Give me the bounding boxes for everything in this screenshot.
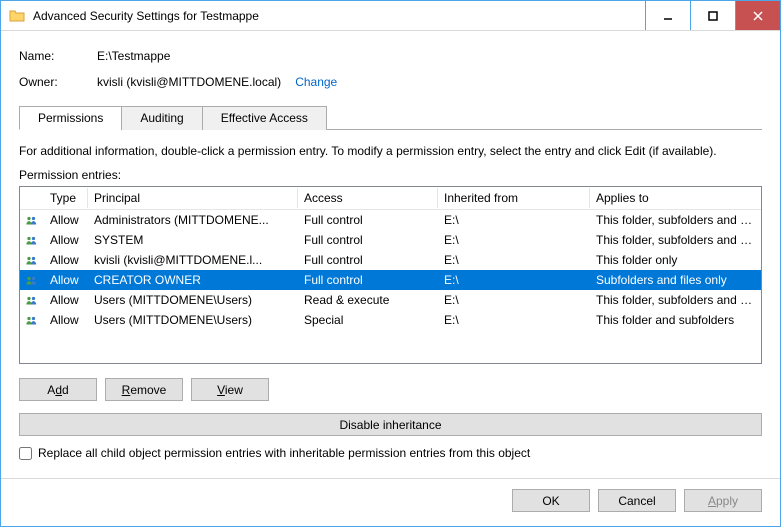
maximize-button[interactable]: [690, 1, 735, 30]
replace-label: Replace all child object permission entr…: [38, 446, 530, 460]
cell-inherited: E:\: [438, 231, 590, 249]
grid-header: Type Principal Access Inherited from App…: [20, 187, 761, 210]
cell-type: Allow: [44, 291, 88, 309]
cell-inherited: E:\: [438, 251, 590, 269]
cell-applies: This folder, subfolders and files: [590, 211, 761, 229]
cell-applies: Subfolders and files only: [590, 271, 761, 289]
cell-inherited: E:\: [438, 291, 590, 309]
cell-applies: This folder, subfolders and files: [590, 291, 761, 309]
table-row[interactable]: AllowUsers (MITTDOMENE\Users)SpecialE:\T…: [20, 310, 761, 330]
view-button[interactable]: View: [191, 378, 269, 401]
col-icon: [20, 195, 44, 201]
owner-label: Owner:: [19, 75, 97, 89]
table-row[interactable]: AllowUsers (MITTDOMENE\Users)Read & exec…: [20, 290, 761, 310]
cell-access: Full control: [298, 231, 438, 249]
cell-principal: Users (MITTDOMENE\Users): [88, 291, 298, 309]
principal-icon: [20, 212, 44, 228]
cell-principal: CREATOR OWNER: [88, 271, 298, 289]
cell-type: Allow: [44, 251, 88, 269]
close-button[interactable]: [735, 1, 780, 30]
col-access[interactable]: Access: [298, 188, 438, 208]
tab-permissions[interactable]: Permissions: [19, 106, 122, 130]
cell-inherited: E:\: [438, 271, 590, 289]
owner-value: kvisli (kvisli@MITTDOMENE.local): [97, 75, 281, 89]
apply-button[interactable]: Apply: [684, 489, 762, 512]
cell-principal: SYSTEM: [88, 231, 298, 249]
add-button[interactable]: Add: [19, 378, 97, 401]
cell-access: Full control: [298, 211, 438, 229]
col-applies[interactable]: Applies to: [590, 188, 761, 208]
cell-type: Allow: [44, 231, 88, 249]
principal-icon: [20, 272, 44, 288]
cell-type: Allow: [44, 311, 88, 329]
cell-principal: Users (MITTDOMENE\Users): [88, 311, 298, 329]
titlebar: Advanced Security Settings for Testmappe: [1, 1, 780, 31]
table-row[interactable]: AllowAdministrators (MITTDOMENE...Full c…: [20, 210, 761, 230]
security-settings-window: Advanced Security Settings for Testmappe…: [0, 0, 781, 527]
table-row[interactable]: Allowkvisli (kvisli@MITTDOMENE.l...Full …: [20, 250, 761, 270]
dialog-buttons: OK Cancel Apply: [1, 478, 780, 526]
cell-principal: Administrators (MITTDOMENE...: [88, 211, 298, 229]
cell-applies: This folder only: [590, 251, 761, 269]
cell-principal: kvisli (kvisli@MITTDOMENE.l...: [88, 251, 298, 269]
cell-access: Full control: [298, 251, 438, 269]
col-type[interactable]: Type: [44, 188, 88, 208]
principal-icon: [20, 312, 44, 328]
entry-buttons: Add Remove View: [19, 378, 762, 401]
cell-access: Read & execute: [298, 291, 438, 309]
cell-access: Special: [298, 311, 438, 329]
cell-inherited: E:\: [438, 311, 590, 329]
cell-type: Allow: [44, 211, 88, 229]
window-controls: [645, 1, 780, 30]
info-text: For additional information, double-click…: [19, 144, 762, 158]
minimize-button[interactable]: [645, 1, 690, 30]
cell-inherited: E:\: [438, 211, 590, 229]
permissions-grid[interactable]: Type Principal Access Inherited from App…: [19, 186, 762, 364]
replace-checkbox[interactable]: [19, 447, 32, 460]
table-row[interactable]: AllowCREATOR OWNERFull controlE:\Subfold…: [20, 270, 761, 290]
tab-effective-access[interactable]: Effective Access: [202, 106, 327, 130]
principal-icon: [20, 292, 44, 308]
owner-field: Owner: kvisli (kvisli@MITTDOMENE.local) …: [19, 75, 762, 89]
col-principal[interactable]: Principal: [88, 188, 298, 208]
grid-body: AllowAdministrators (MITTDOMENE...Full c…: [20, 210, 761, 330]
col-inherited[interactable]: Inherited from: [438, 188, 590, 208]
cancel-button[interactable]: Cancel: [598, 489, 676, 512]
disable-inheritance-button[interactable]: Disable inheritance: [19, 413, 762, 436]
cell-applies: This folder and subfolders: [590, 311, 761, 329]
content-area: Name: E:\Testmappe Owner: kvisli (kvisli…: [1, 31, 780, 478]
remove-button[interactable]: Remove: [105, 378, 183, 401]
name-field: Name: E:\Testmappe: [19, 49, 762, 63]
ok-button[interactable]: OK: [512, 489, 590, 512]
table-row[interactable]: AllowSYSTEMFull controlE:\This folder, s…: [20, 230, 761, 250]
change-owner-link[interactable]: Change: [295, 75, 337, 89]
window-title: Advanced Security Settings for Testmappe: [33, 9, 645, 23]
inheritance-row: Disable inheritance: [19, 413, 762, 436]
cell-type: Allow: [44, 271, 88, 289]
cell-access: Full control: [298, 271, 438, 289]
principal-icon: [20, 252, 44, 268]
tab-auditing[interactable]: Auditing: [121, 106, 202, 130]
tab-bar: Permissions Auditing Effective Access: [19, 105, 762, 130]
folder-icon: [9, 8, 25, 24]
entries-label: Permission entries:: [19, 168, 762, 182]
name-label: Name:: [19, 49, 97, 63]
cell-applies: This folder, subfolders and files: [590, 231, 761, 249]
replace-checkbox-row: Replace all child object permission entr…: [19, 446, 762, 460]
name-value: E:\Testmappe: [97, 49, 170, 63]
principal-icon: [20, 232, 44, 248]
